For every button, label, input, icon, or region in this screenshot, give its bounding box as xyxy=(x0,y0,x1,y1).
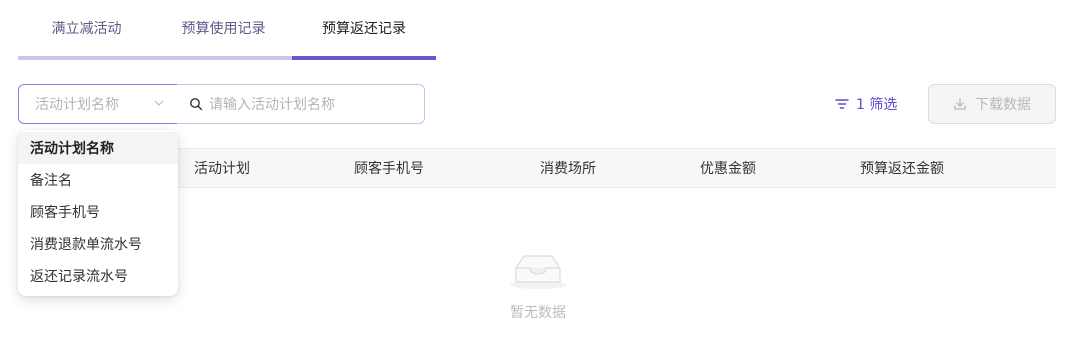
empty-state: 暂无数据 xyxy=(488,250,588,330)
tab-budget-usage[interactable]: 预算使用记录 xyxy=(155,0,292,60)
search-field-dropdown: 活动计划名称 备注名 顾客手机号 消费退款单流水号 返还记录流水号 xyxy=(18,130,178,296)
tab-bar: 满立减活动 预算使用记录 预算返还记录 xyxy=(18,0,436,60)
column-header-plan: 活动计划 xyxy=(194,161,250,177)
download-button[interactable]: 下载数据 xyxy=(928,84,1056,124)
search-input[interactable]: 请输入活动计划名称 xyxy=(177,84,425,124)
filter-icon xyxy=(834,96,850,112)
dropdown-option-remark[interactable]: 备注名 xyxy=(18,164,178,196)
download-icon xyxy=(953,97,967,111)
search-icon xyxy=(189,97,203,111)
tab-budget-return[interactable]: 预算返还记录 xyxy=(292,0,436,60)
empty-state-text: 暂无数据 xyxy=(510,305,566,321)
column-header-phone: 顾客手机号 xyxy=(354,161,424,177)
tab-full-reduction[interactable]: 满立减活动 xyxy=(18,0,155,60)
page: 满立减活动 预算使用记录 预算返还记录 活动计划名称 请输入活动计划名称 1 筛… xyxy=(0,0,1081,351)
search-field-select[interactable]: 活动计划名称 xyxy=(18,84,178,124)
chevron-down-icon xyxy=(153,97,165,112)
dropdown-option-refund-serial[interactable]: 消费退款单流水号 xyxy=(18,228,178,260)
column-header-venue: 消费场所 xyxy=(540,161,596,177)
inbox-icon xyxy=(488,250,588,294)
dropdown-option-plan-name[interactable]: 活动计划名称 xyxy=(18,132,178,164)
dropdown-option-return-serial[interactable]: 返还记录流水号 xyxy=(18,260,178,292)
filter-button[interactable]: 1 筛选 xyxy=(834,92,897,116)
dropdown-option-phone[interactable]: 顾客手机号 xyxy=(18,196,178,228)
download-button-label: 下载数据 xyxy=(975,97,1031,113)
search-input-placeholder: 请输入活动计划名称 xyxy=(209,97,335,113)
filter-button-label: 1 筛选 xyxy=(856,97,898,113)
column-header-discount: 优惠金额 xyxy=(700,161,756,177)
column-header-return-amount: 预算返还金额 xyxy=(860,161,944,177)
search-field-select-value: 活动计划名称 xyxy=(35,97,119,113)
